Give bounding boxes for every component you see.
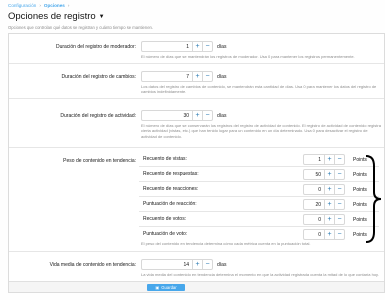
trending-weight-hint: El peso del contenido en tendencia deter… bbox=[141, 241, 311, 246]
trending-row-votes: Recuento de votos: 0 + − Points bbox=[139, 212, 379, 227]
activity-log-input[interactable]: 30 bbox=[142, 113, 192, 119]
plus-icon[interactable]: + bbox=[324, 155, 334, 164]
trending-row-vote-score: Puntuación de voto: 0 + − Points bbox=[139, 227, 379, 242]
breadcrumb-item-settings[interactable]: Configuración bbox=[8, 3, 36, 8]
views-count-input[interactable]: 1 bbox=[304, 157, 324, 163]
moderator-log-hint: El número de días que se mantendrán los … bbox=[141, 54, 355, 59]
reaction-score-label: Puntuación de reacción: bbox=[143, 201, 197, 207]
page-description: Opciones que controlan qué datos se regi… bbox=[8, 25, 154, 30]
reactions-count-stepper: 0 + − bbox=[303, 184, 345, 195]
change-log-unit: días bbox=[217, 73, 227, 80]
plus-icon[interactable]: + bbox=[324, 230, 334, 239]
trending-half-life-input[interactable]: 14 bbox=[142, 262, 192, 268]
minus-icon[interactable]: − bbox=[334, 185, 344, 194]
vote-score-label: Puntuación de voto: bbox=[143, 231, 188, 237]
votes-count-input[interactable]: 0 bbox=[304, 217, 324, 223]
votes-count-stepper: 0 + − bbox=[303, 214, 345, 225]
plus-icon[interactable]: + bbox=[324, 185, 334, 194]
plus-icon[interactable]: + bbox=[324, 200, 334, 209]
views-count-stepper: 1 + − bbox=[303, 154, 345, 165]
change-log-stepper: 7 + − bbox=[141, 71, 213, 82]
vote-score-input[interactable]: 0 bbox=[304, 232, 324, 238]
breadcrumb-separator: › bbox=[67, 3, 70, 8]
minus-icon[interactable]: − bbox=[334, 215, 344, 224]
views-count-label: Recuento de vistas: bbox=[143, 156, 187, 162]
minus-icon[interactable]: − bbox=[334, 230, 344, 239]
minus-icon[interactable]: − bbox=[202, 72, 212, 81]
replies-count-stepper: 50 + − bbox=[303, 169, 345, 180]
moderator-log-stepper: 1 + − bbox=[141, 41, 213, 52]
activity-log-hint: El número de días que se conservarán los… bbox=[141, 123, 381, 139]
form-footer: ▣ Guardar bbox=[9, 281, 384, 292]
trending-row-reaction-score: Puntuación de reacción: 20 + − Points bbox=[139, 197, 379, 212]
trending-half-life-unit: días bbox=[217, 261, 227, 268]
breadcrumb-separator: › bbox=[39, 3, 41, 8]
minus-icon[interactable]: − bbox=[334, 170, 344, 179]
caret-down-icon[interactable]: ▼ bbox=[99, 14, 105, 20]
minus-icon[interactable]: − bbox=[334, 200, 344, 209]
change-log-label: Duración del registro de cambios: bbox=[61, 74, 136, 80]
minus-icon[interactable]: − bbox=[202, 260, 212, 269]
reaction-score-input[interactable]: 20 bbox=[304, 202, 324, 208]
moderator-log-input[interactable]: 1 bbox=[142, 44, 192, 50]
plus-icon[interactable]: + bbox=[192, 111, 202, 120]
divider bbox=[9, 251, 384, 252]
reactions-count-input[interactable]: 0 bbox=[304, 187, 324, 193]
trending-weight-label: Peso de contenido en tendencia: bbox=[63, 158, 136, 164]
moderator-log-unit: días bbox=[217, 43, 227, 50]
divider bbox=[9, 63, 384, 64]
activity-log-unit: días bbox=[217, 112, 227, 119]
save-button[interactable]: ▣ Guardar bbox=[147, 284, 185, 291]
trending-row-replies: Recuento de respuestas: 50 + − Points bbox=[139, 167, 379, 182]
plus-icon[interactable]: + bbox=[192, 72, 202, 81]
breadcrumb: Configuración › Opciones › bbox=[8, 3, 69, 8]
change-log-hint: Los datos del registro de cambios de con… bbox=[141, 84, 377, 95]
save-button-label: Guardar bbox=[161, 285, 177, 290]
trending-half-life-stepper: 14 + − bbox=[141, 259, 213, 270]
divider bbox=[9, 147, 384, 148]
moderator-log-label: Duración del registro de moderador: bbox=[55, 44, 136, 50]
minus-icon[interactable]: − bbox=[202, 42, 212, 51]
activity-log-stepper: 30 + − bbox=[141, 110, 213, 121]
curly-bracket-annotation bbox=[365, 155, 382, 243]
plus-icon[interactable]: + bbox=[192, 42, 202, 51]
trending-row-views: Recuento de vistas: 1 + − Points bbox=[139, 152, 379, 167]
page-title[interactable]: Opciones de registro ▼ bbox=[8, 11, 105, 22]
breadcrumb-item-options[interactable]: Opciones bbox=[44, 3, 65, 8]
page-title-text: Opciones de registro bbox=[8, 11, 96, 22]
save-icon: ▣ bbox=[155, 285, 160, 290]
divider bbox=[9, 98, 384, 99]
change-log-input[interactable]: 7 bbox=[142, 74, 192, 80]
votes-count-label: Recuento de votos: bbox=[143, 216, 187, 222]
minus-icon[interactable]: − bbox=[202, 111, 212, 120]
trending-row-reactions: Recuento de reacciones: 0 + − Points bbox=[139, 182, 379, 197]
vote-score-stepper: 0 + − bbox=[303, 229, 345, 240]
plus-icon[interactable]: + bbox=[192, 260, 202, 269]
plus-icon[interactable]: + bbox=[324, 170, 334, 179]
replies-count-input[interactable]: 50 bbox=[304, 172, 324, 178]
minus-icon[interactable]: − bbox=[334, 155, 344, 164]
replies-count-label: Recuento de respuestas: bbox=[143, 171, 199, 177]
trending-half-life-label: Vida media de contenido en tendencia: bbox=[49, 262, 136, 268]
activity-log-label: Duración del registro de actividad: bbox=[60, 113, 136, 119]
reaction-score-stepper: 20 + − bbox=[303, 199, 345, 210]
trending-half-life-hint: La vida media del contenido en tendencia… bbox=[141, 272, 379, 277]
plus-icon[interactable]: + bbox=[324, 215, 334, 224]
options-panel: Duración del registro de moderador: 1 + … bbox=[8, 33, 385, 293]
reactions-count-label: Recuento de reacciones: bbox=[143, 186, 199, 192]
